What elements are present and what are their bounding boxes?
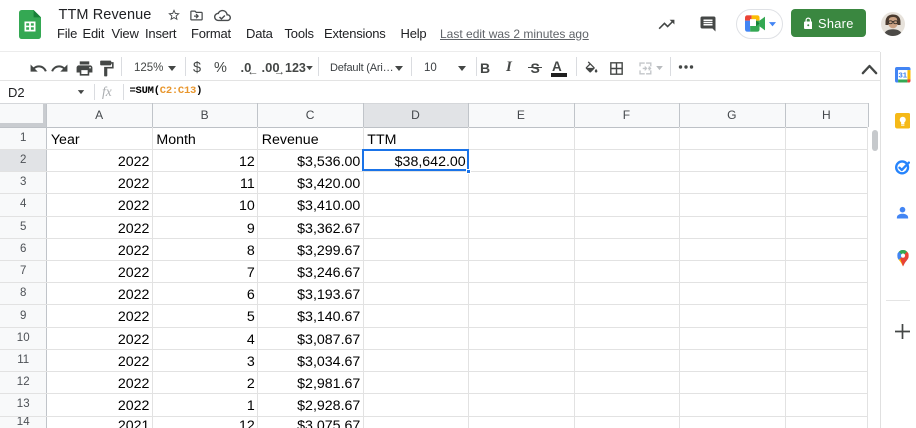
svg-text:31: 31 xyxy=(898,71,907,80)
